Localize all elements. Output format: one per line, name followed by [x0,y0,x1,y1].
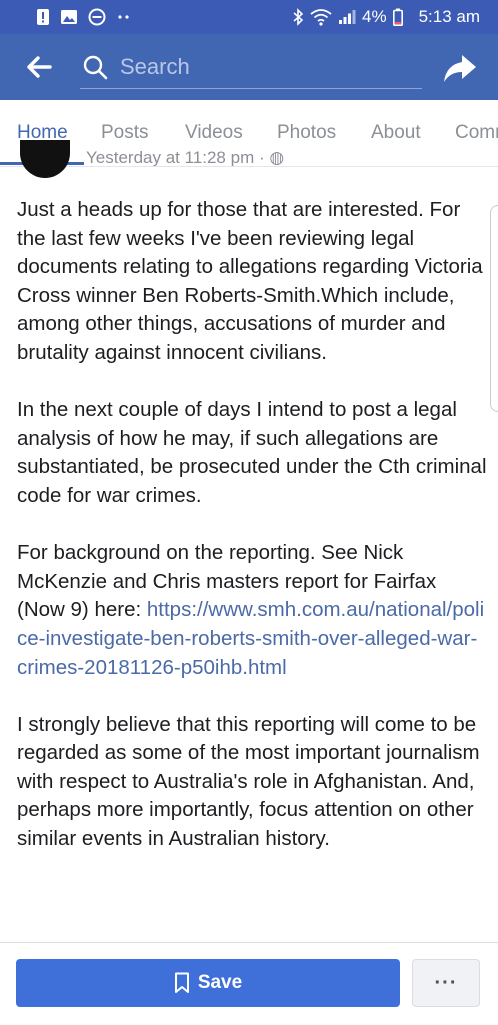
avatar[interactable] [20,140,70,178]
more-options-button[interactable]: ··· [412,959,480,1007]
tab-about[interactable]: About [371,100,421,164]
save-button[interactable]: Save [16,959,400,1007]
search-box[interactable] [80,46,422,89]
share-button[interactable] [440,48,480,88]
more-icon: ··· [434,971,458,994]
post-paragraph: For background on the reporting. See Nic… [17,539,487,682]
arrow-back-icon [27,56,52,78]
image-icon [61,10,77,24]
back-button[interactable] [20,48,58,86]
app-header [0,34,498,100]
search-input[interactable] [118,53,412,81]
wifi-icon [310,9,332,26]
edge-panel-handle[interactable] [490,205,498,412]
status-bar: 4% 5:13 am [0,0,498,34]
search-icon [83,55,108,80]
battery-icon [392,8,403,26]
battery-percent: 4% [361,7,387,26]
bluetooth-icon [293,8,304,26]
share-icon [444,55,476,82]
globe-icon: ◍ [269,150,285,166]
tab-community[interactable]: Community [455,100,498,164]
post-paragraph: In the next couple of days I intend to p… [17,398,487,507]
post-paragraph: I strongly believe that this reporting w… [17,712,480,851]
alert-icon [37,9,49,25]
do-not-disturb-icon [88,8,106,26]
post-body: Just a heads up for those that are inter… [17,196,487,882]
status-icons-right: 4% 5:13 am [292,7,480,27]
more-dots-icon [118,15,129,19]
post-paragraph: Just a heads up for those that are inter… [17,198,483,364]
signal-icon [338,10,356,24]
bottom-action-bar: Save ··· [0,942,498,1025]
save-label: Save [197,972,243,993]
bookmark-icon [174,972,189,993]
status-icons-left [36,8,132,26]
tab-photos[interactable]: Photos [277,100,336,164]
post-timestamp[interactable]: Yesterday at 11:28 pm · ◍ [86,150,284,166]
status-time: 5:13 am [418,7,480,26]
